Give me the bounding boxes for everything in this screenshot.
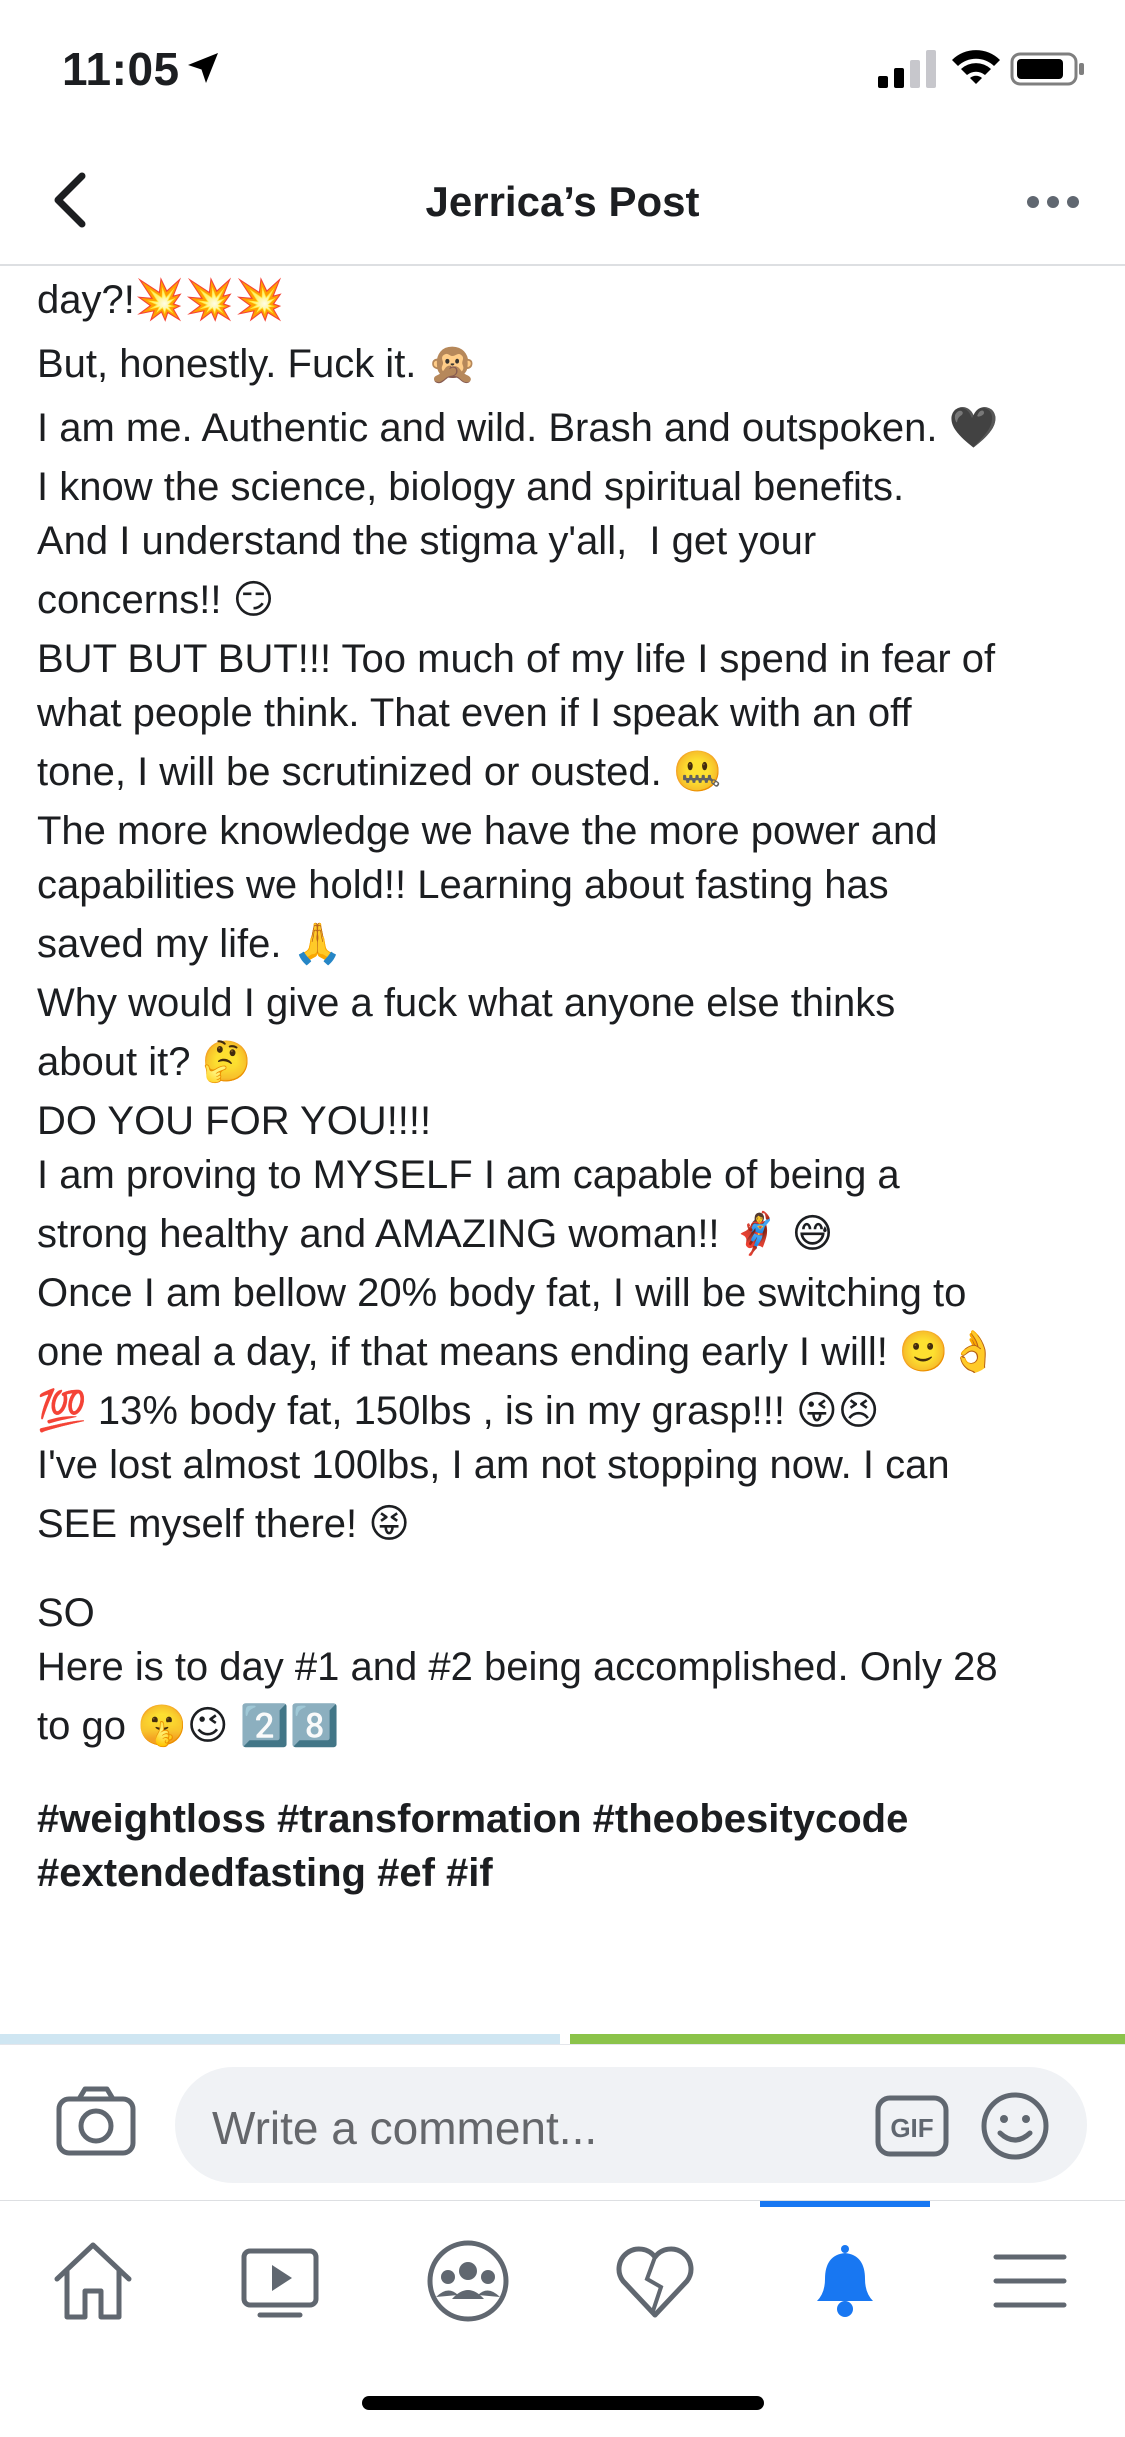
media-thumbnail[interactable]	[570, 2034, 1125, 2044]
gif-icon[interactable]: GIF	[875, 2095, 949, 2157]
post-text-line: Once I am bellow 20% body fat, I will be…	[37, 1271, 967, 1315]
post-text-line: capabilities we hold!! Learning about fa…	[37, 863, 889, 907]
post-text-line: what people think. That even if I speak …	[37, 691, 912, 735]
hashtags-line[interactable]: #extendedfasting #ef #if	[37, 1846, 1097, 1900]
post-text-line: But, honestly. Fuck it. 🙊	[37, 342, 478, 386]
post-text-line: strong healthy and AMAZING woman!! 🦸‍♀️ …	[37, 1212, 834, 1256]
post-text-line: concerns!! 😏	[37, 578, 275, 622]
tab-home[interactable]	[43, 2231, 143, 2331]
post-text-line: SO	[37, 1591, 95, 1635]
comment-input[interactable]: Write a comment... GIF	[175, 2067, 1087, 2183]
post-text-line: SEE myself there! 😝	[37, 1502, 410, 1546]
nav-header: Jerrica’s Post	[0, 140, 1125, 266]
hamburger-menu-icon	[993, 2254, 1067, 2308]
post-text-line: BUT BUT BUT!!! Too much of my life I spe…	[37, 637, 996, 681]
bell-icon	[817, 2245, 873, 2317]
more-options-icon[interactable]	[1025, 192, 1081, 212]
hashtags-line[interactable]: #weightloss #transformation #theobesityc…	[37, 1792, 1097, 1846]
post-text-line: I am proving to MYSELF I am capable of b…	[37, 1153, 900, 1197]
post-body: day?!💥💥💥 But, honestly. Fuck it. 🙊 I am …	[37, 268, 1097, 1900]
emoji-icon[interactable]	[980, 2091, 1050, 2161]
cellular-signal-icon	[878, 50, 936, 88]
post-text-line: tone, I will be scrutinized or ousted. 🤐	[37, 750, 723, 794]
tab-dating[interactable]	[605, 2231, 705, 2331]
post-text-line: to go 🤫😉 2️⃣8️⃣	[37, 1704, 340, 1748]
post-text-line: about it? 🤔	[37, 1040, 252, 1084]
post-text-line: I am me. Authentic and wild. Brash and o…	[37, 406, 999, 450]
post-text-line: one meal a day, if that means ending ear…	[37, 1330, 999, 1374]
page-title: Jerrica’s Post	[425, 178, 700, 225]
tab-groups[interactable]	[418, 2231, 518, 2331]
active-tab-indicator	[760, 2201, 930, 2207]
tab-watch[interactable]	[230, 2231, 330, 2331]
status-bar: 11:05	[0, 0, 1125, 140]
hashtags[interactable]: #weightloss #transformation #theobesityc…	[37, 1792, 1097, 1900]
post-text-line: DO YOU FOR YOU!!!!	[37, 1099, 432, 1143]
post-text-line: Here is to day #1 and #2 being accomplis…	[37, 1645, 998, 1689]
post-text-line: Why would I give a fuck what anyone else…	[37, 981, 896, 1025]
home-indicator	[362, 2396, 764, 2410]
location-arrow-icon	[188, 53, 218, 83]
tab-menu[interactable]	[980, 2231, 1080, 2331]
post-text-line: The more knowledge we have the more powe…	[37, 809, 938, 853]
media-thumbnail[interactable]	[0, 2034, 560, 2044]
post-text-line: 💯 13% body fat, 150lbs , is in my grasp!…	[37, 1389, 880, 1433]
post-text-line: I've lost almost 100lbs, I am not stoppi…	[37, 1443, 950, 1487]
video-play-icon	[241, 2248, 319, 2318]
tab-notifications[interactable]	[795, 2231, 895, 2331]
comment-bar: Write a comment... GIF	[0, 2044, 1125, 2201]
post-text-line: I know the science, biology and spiritua…	[37, 465, 905, 509]
comment-placeholder: Write a comment...	[212, 2102, 598, 2154]
heart-icon	[616, 2246, 694, 2318]
wifi-icon	[952, 50, 1000, 84]
battery-icon	[1010, 52, 1084, 86]
attached-media-preview[interactable]	[0, 2034, 1125, 2044]
groups-icon	[427, 2240, 509, 2322]
post-text-line: And I understand the stigma y'all, I get…	[37, 519, 817, 563]
home-icon	[54, 2242, 132, 2320]
post-text-line: day?!💥💥💥	[37, 278, 285, 322]
post-text-line: saved my life. 🙏	[37, 922, 343, 966]
camera-icon[interactable]	[55, 2085, 137, 2157]
status-time: 11:05	[62, 43, 180, 95]
gif-label: GIF	[890, 2113, 933, 2143]
